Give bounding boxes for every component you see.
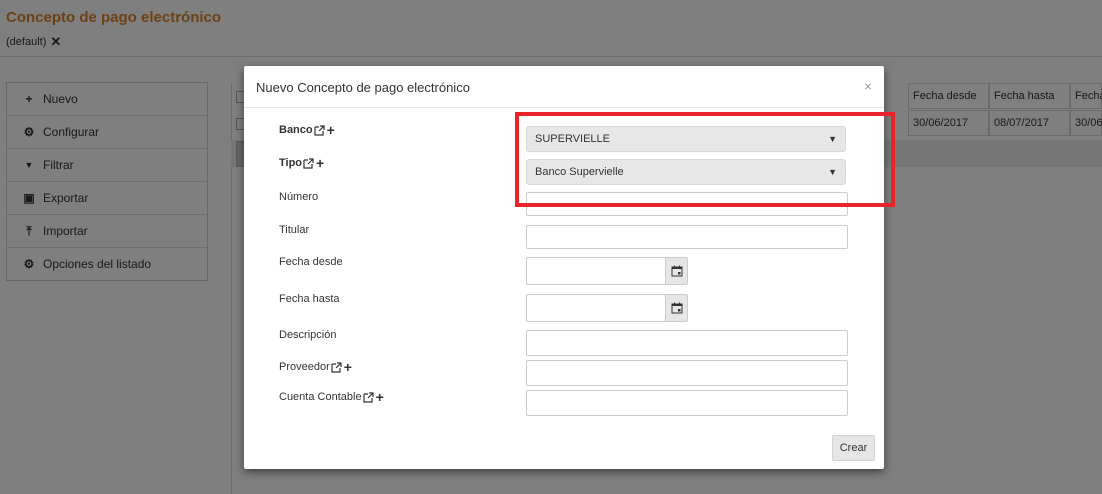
cuenta-contable-input[interactable] bbox=[526, 390, 848, 416]
add-icon[interactable]: + bbox=[316, 156, 324, 170]
proveedor-label-text: Proveedor bbox=[279, 361, 330, 373]
add-icon[interactable]: + bbox=[376, 390, 384, 404]
fecha-hasta-input[interactable] bbox=[526, 294, 666, 322]
banco-label-text: Banco bbox=[279, 124, 313, 136]
close-icon[interactable]: × bbox=[864, 78, 872, 94]
modal-header: Nuevo Concepto de pago electrónico × bbox=[244, 66, 884, 108]
highlight-box bbox=[515, 112, 895, 207]
descripcion-input[interactable] bbox=[526, 330, 848, 356]
external-link-icon[interactable] bbox=[314, 124, 325, 136]
tipo-label: Tipo + bbox=[279, 156, 324, 170]
fecha-desde-input[interactable] bbox=[526, 257, 666, 285]
fecha-desde-label: Fecha desde bbox=[279, 256, 343, 268]
proveedor-input[interactable] bbox=[526, 360, 848, 386]
fecha-hasta-picker bbox=[526, 294, 688, 322]
external-link-icon[interactable] bbox=[362, 391, 374, 403]
banco-label: Banco + bbox=[279, 123, 335, 137]
proveedor-label: Proveedor + bbox=[279, 360, 352, 374]
external-link-icon[interactable] bbox=[303, 157, 314, 169]
titular-label: Titular bbox=[279, 224, 310, 236]
titular-input[interactable] bbox=[526, 225, 848, 249]
add-icon[interactable]: + bbox=[344, 360, 352, 374]
tipo-label-text: Tipo bbox=[279, 157, 303, 169]
descripcion-label: Descripción bbox=[279, 329, 337, 341]
fecha-desde-picker bbox=[526, 257, 688, 285]
external-link-icon[interactable] bbox=[331, 361, 342, 373]
fecha-hasta-label: Fecha hasta bbox=[279, 293, 340, 305]
calendar-icon[interactable] bbox=[665, 257, 688, 285]
add-icon[interactable]: + bbox=[327, 123, 335, 137]
cuenta-contable-label-text: Cuenta Contable bbox=[279, 391, 362, 403]
modal-title: Nuevo Concepto de pago electrónico bbox=[256, 80, 470, 95]
numero-label: Número bbox=[279, 191, 319, 203]
crear-button[interactable]: Crear bbox=[832, 435, 875, 461]
cuenta-contable-label: Cuenta Contable + bbox=[279, 390, 384, 404]
calendar-icon[interactable] bbox=[665, 294, 688, 322]
